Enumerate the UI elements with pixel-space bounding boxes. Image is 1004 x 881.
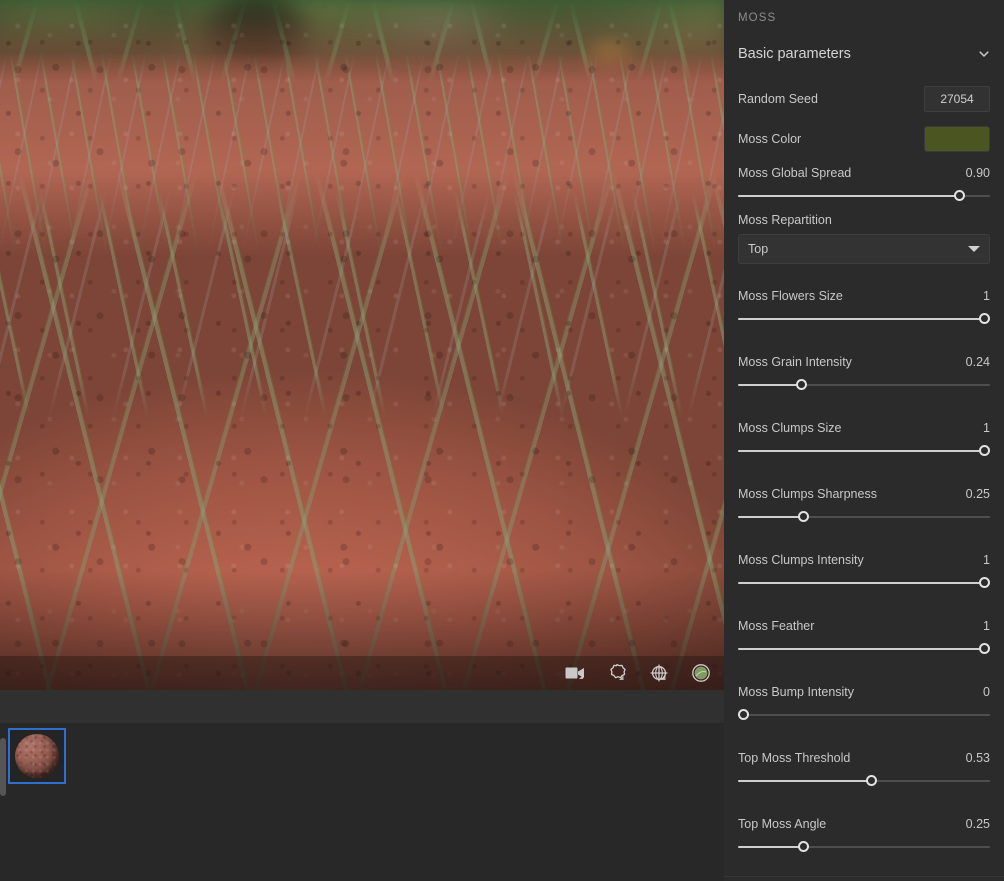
slider-moss-clumps-intensity[interactable] (738, 572, 991, 594)
camera-icon[interactable] (562, 661, 588, 685)
slider-row-moss-global-spread: Moss Global Spread 0.90 (738, 159, 990, 207)
slider-fill (738, 582, 985, 584)
slider-knob[interactable] (798, 841, 810, 852)
slider-fill (738, 384, 801, 386)
3d-viewport[interactable] (0, 0, 724, 690)
slider-label: Moss Clumps Sharpness (738, 487, 877, 501)
moss-repartition-select[interactable]: Top (738, 234, 990, 264)
slider-row-moss-clumps-size: Moss Clumps Size 1 (738, 414, 991, 462)
slider-label: Moss Flowers Size (738, 289, 843, 303)
moss-color-swatch[interactable] (924, 126, 990, 152)
slider-label: Moss Clumps Intensity (738, 553, 864, 567)
slider-value: 0.25 (965, 817, 990, 831)
slider-moss-clumps-sharpness[interactable] (738, 506, 990, 528)
slider-knob[interactable] (798, 511, 810, 522)
application-window: MOSS Basic parameters Random Seed 27054 … (0, 0, 1004, 881)
environment-icon[interactable] (604, 661, 630, 685)
slider-row-top-moss-threshold: Top Moss Threshold 0.53 (738, 744, 990, 792)
slider-knob[interactable] (979, 643, 991, 654)
slider-moss-global-spread[interactable] (738, 185, 990, 207)
moss-repartition-value: Top (748, 242, 769, 256)
slider-top-moss-threshold[interactable] (738, 770, 990, 792)
slider-fill (738, 780, 872, 782)
slider-knob[interactable] (866, 775, 878, 786)
browser-scrollbar[interactable] (0, 738, 6, 796)
viewport-and-browser (0, 0, 724, 881)
slider-value: 0.24 (965, 355, 990, 369)
slider-value: 1 (983, 553, 990, 567)
section-basic-parameters[interactable]: Basic parameters (738, 37, 990, 71)
slider-row-moss-clumps-intensity: Moss Clumps Intensity 1 (738, 546, 991, 594)
random-seed-row: Random Seed 27054 (738, 79, 990, 119)
chevron-down-icon (968, 246, 980, 252)
slider-row-moss-bump-intensity: Moss Bump Intensity 0 (737, 678, 990, 726)
slider-value: 1 (983, 289, 990, 303)
slider-label: Top Moss Threshold (738, 751, 851, 765)
moss-repartition-label: Moss Repartition (738, 213, 832, 227)
slider-label: Moss Feather (738, 619, 815, 633)
material-ball-icon[interactable] (688, 661, 714, 685)
slider-moss-feather[interactable] (738, 638, 991, 660)
slider-top-moss-angle[interactable] (738, 836, 990, 858)
moss-color-label: Moss Color (738, 132, 802, 146)
slider-label: Moss Grain Intensity (738, 355, 852, 369)
slider-value: 0.53 (965, 751, 990, 765)
slider-moss-clumps-size[interactable] (738, 440, 991, 462)
slider-knob[interactable] (795, 379, 807, 390)
chevron-down-icon (978, 48, 990, 60)
slider-fill (738, 648, 985, 650)
slider-row-moss-grain-intensity: Moss Grain Intensity 0.24 (738, 348, 990, 396)
slider-fill (738, 450, 985, 452)
slider-label: Top Moss Angle (738, 817, 827, 831)
slider-value: 1 (983, 619, 990, 633)
slider-moss-bump-intensity[interactable] (737, 704, 990, 726)
slider-track (738, 714, 990, 716)
slider-value: 0.25 (965, 487, 990, 501)
model-icon[interactable] (646, 661, 672, 685)
moss-repartition-row: Moss Repartition Top (738, 213, 990, 264)
slider-knob[interactable] (979, 577, 991, 588)
slider-fill (738, 846, 804, 848)
slider-label: Moss Clumps Size (738, 421, 842, 435)
parameters-panel: MOSS Basic parameters Random Seed 27054 … (724, 0, 1004, 881)
slider-row-top-moss-angle: Top Moss Angle 0.25 (738, 810, 990, 858)
slider-row-moss-feather: Moss Feather 1 (738, 612, 991, 660)
slider-knob[interactable] (979, 445, 991, 456)
asset-browser[interactable] (0, 723, 724, 881)
panel-title: MOSS (738, 12, 777, 24)
slider-knob[interactable] (954, 190, 966, 201)
parameter-rows: Random Seed 27054 Moss Color Moss Global… (737, 79, 991, 858)
browser-divider-strip (0, 690, 724, 723)
section-basic-label: Basic parameters (738, 46, 851, 62)
slider-moss-grain-intensity[interactable] (738, 374, 990, 396)
slider-knob[interactable] (979, 313, 991, 324)
sphere-preview (15, 734, 59, 778)
slider-fill (738, 318, 985, 320)
slider-fill (738, 516, 804, 518)
slider-row-moss-clumps-sharpness: Moss Clumps Sharpness 0.25 (738, 480, 990, 528)
random-seed-label: Random Seed (738, 92, 818, 106)
slider-value: 0.90 (965, 166, 990, 180)
slider-knob[interactable] (737, 709, 749, 720)
slider-value: 1 (983, 421, 990, 435)
slider-row-moss-flowers-size: Moss Flowers Size 1 (738, 282, 991, 330)
random-seed-input[interactable]: 27054 (924, 86, 990, 112)
material-sphere-thumbnail[interactable] (8, 728, 66, 784)
section-technical-parameters[interactable]: Technical parameters (738, 877, 990, 881)
slider-label: Moss Bump Intensity (738, 685, 855, 699)
slider-value: 0 (983, 685, 990, 699)
slider-label: Moss Global Spread (738, 166, 852, 180)
slider-moss-flowers-size[interactable] (738, 308, 991, 330)
viewport-toolbar (0, 656, 724, 690)
slider-fill (738, 195, 960, 197)
moss-color-row: Moss Color (738, 119, 990, 159)
